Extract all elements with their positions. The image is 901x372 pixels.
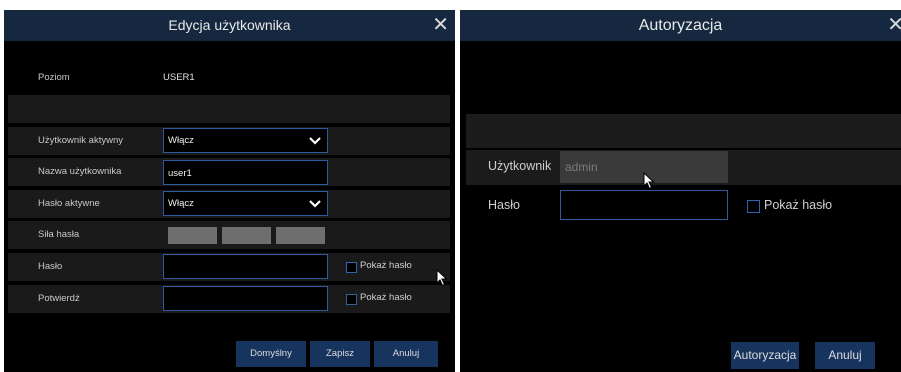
confirm-row: Potwierdź Pokaż hasło: [8, 285, 450, 313]
password-active-row: Hasło aktywne Włącz: [8, 190, 450, 218]
username-input[interactable]: user1: [163, 160, 328, 185]
password-input[interactable]: [163, 254, 328, 279]
password-label: Hasło: [488, 198, 520, 212]
password-active-select[interactable]: Włącz: [163, 191, 328, 216]
username-row: Nazwa użytkownika user1: [8, 158, 450, 186]
auth-title: Autoryzacja: [638, 17, 723, 34]
show-password-checkbox[interactable]: [747, 200, 760, 213]
show-confirm-password-label: Pokaż hasło: [360, 292, 412, 303]
username-label: Użytkownik: [488, 159, 552, 173]
password-input[interactable]: [560, 190, 728, 220]
auth-titlebar: Autoryzacja ✕: [460, 10, 901, 41]
user-edit-titlebar: Edycja użytkownika ✕: [4, 10, 455, 41]
password-active-value: Włącz: [168, 198, 194, 209]
cancel-button[interactable]: Anuluj: [815, 342, 875, 369]
close-icon[interactable]: ✕: [432, 10, 449, 41]
close-icon[interactable]: ✕: [887, 10, 901, 41]
level-value: USER1: [163, 72, 195, 83]
empty-row: [8, 95, 450, 123]
level-label: Poziom: [38, 72, 70, 83]
show-password-label: Pokaż hasło: [764, 198, 833, 212]
confirm-input[interactable]: [163, 286, 328, 311]
password-label: Hasło: [38, 261, 63, 272]
user-active-label: Użytkownik aktywny: [38, 135, 123, 146]
save-button[interactable]: Zapisz: [310, 341, 370, 367]
confirm-label: Potwierdź: [38, 293, 80, 304]
password-active-label: Hasło aktywne: [38, 198, 100, 209]
show-password-label: Pokaż hasło: [360, 260, 412, 271]
mouse-cursor-icon: [436, 269, 448, 287]
auth-header-band: [466, 114, 901, 148]
username-placeholder: admin: [565, 160, 598, 174]
password-row: Hasło Pokaż hasło: [8, 253, 450, 281]
level-row: Poziom USER1: [8, 64, 450, 92]
strength-segment: [276, 227, 325, 244]
username-label: Nazwa użytkownika: [38, 166, 122, 177]
cancel-button[interactable]: Anuluj: [374, 341, 438, 367]
show-password-checkbox[interactable]: [346, 262, 357, 273]
chevron-down-icon: [309, 200, 321, 208]
show-confirm-password-checkbox[interactable]: [346, 294, 357, 305]
password-strength-row: Siła hasła: [8, 221, 450, 249]
chevron-down-icon: [309, 137, 321, 145]
password-strength-label: Siła hasła: [38, 229, 80, 240]
user-edit-title: Edycja użytkownika: [168, 17, 291, 33]
strength-segment: [222, 227, 271, 244]
authorize-button[interactable]: Autoryzacja: [731, 342, 799, 369]
username-value: user1: [168, 168, 192, 179]
user-edit-dialog: Edycja użytkownika ✕ Poziom USER1 Użytko…: [4, 10, 455, 372]
user-active-select[interactable]: Włącz: [163, 128, 328, 153]
user-active-row: Użytkownik aktywny Włącz: [8, 127, 450, 155]
auth-dialog: Autoryzacja ✕ Użytkownik admin Hasło Pok…: [460, 10, 901, 372]
strength-segment: [168, 227, 217, 244]
default-button[interactable]: Domyślny: [236, 341, 306, 367]
user-active-value: Włącz: [168, 135, 194, 146]
mouse-cursor-icon: [643, 172, 655, 190]
